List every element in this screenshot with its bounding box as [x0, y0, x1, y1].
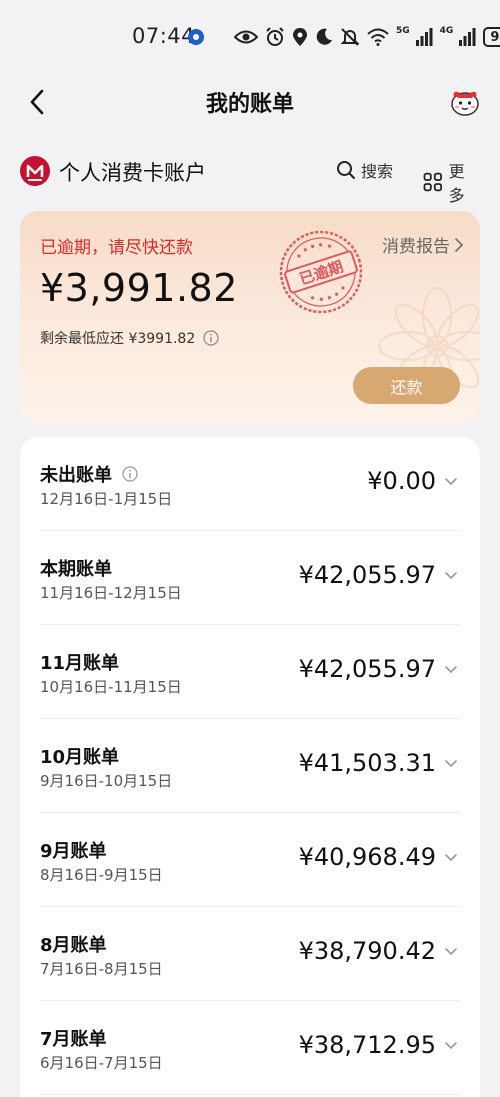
overdue-amount: ¥3,991.82 [40, 266, 238, 310]
signal-4g-icon [459, 28, 476, 46]
chevron-down-icon [445, 854, 457, 862]
report-link-label: 消费报告 [382, 237, 450, 257]
chevron-right-icon [455, 237, 464, 252]
network-5g-label: 5G [396, 25, 410, 36]
moon-icon [316, 28, 332, 45]
eye-icon [234, 30, 258, 44]
bill-row-august[interactable]: 8月账单 7月16日-8月15日 ¥38,790.42 [40, 907, 460, 1001]
overdue-card: 已逾期，请尽快还款 消费报告 ¥3,991.82 剩余最低应还 ¥3991.82… [20, 211, 480, 423]
status-icons: 5G 4G 94 [234, 24, 500, 50]
overdue-stamp: 已逾期 [279, 230, 363, 314]
min-payment-text: 剩余最低应还 ¥3991.82 [40, 331, 196, 347]
chevron-down-icon [445, 572, 457, 580]
repay-button[interactable]: 还款 [353, 367, 460, 404]
account-name: 个人消费卡账户 [59, 161, 206, 185]
more-label: 更多 [448, 162, 465, 205]
mascot-icon [451, 91, 479, 116]
bill-period: 7月16日-8月15日 [40, 960, 163, 978]
bill-row-october[interactable]: 10月账单 9月16日-10月15日 ¥41,503.31 [40, 719, 460, 813]
page-title: 我的账单 [205, 92, 294, 117]
chevron-down-icon [445, 760, 457, 768]
bill-amount: ¥38,790.42 [298, 937, 436, 965]
network-4g-label: 4G [439, 25, 454, 36]
status-time: 07:44 [132, 24, 196, 48]
overdue-warning: 已逾期，请尽快还款 [40, 238, 193, 258]
info-icon[interactable] [122, 466, 138, 482]
chevron-down-icon [445, 1042, 457, 1050]
bill-row-july[interactable]: 7月账单 6月16日-7月15日 ¥38,712.95 [40, 1001, 460, 1095]
bill-amount: ¥41,503.31 [298, 749, 436, 777]
bank-logo-icon [20, 156, 50, 186]
search-label: 搜索 [361, 162, 394, 181]
bill-period: 8月16日-9月15日 [40, 866, 163, 884]
bill-period: 12月16日-1月15日 [40, 490, 173, 508]
status-bar: 07:44 5G 4G 94 [0, 0, 500, 74]
search-button[interactable]: 搜索 [336, 158, 393, 182]
location-icon [293, 28, 307, 46]
bill-title: 8月账单 [40, 935, 107, 956]
nav-header: 我的账单 [0, 74, 500, 130]
chevron-down-icon [445, 478, 457, 486]
mascot-button[interactable] [448, 86, 482, 118]
grid-icon [423, 172, 443, 192]
bill-amount: ¥0.00 [367, 467, 436, 495]
bill-row-september[interactable]: 9月账单 8月16日-9月15日 ¥40,968.49 [40, 813, 460, 907]
bill-amount: ¥40,968.49 [298, 843, 436, 871]
bill-row-current[interactable]: 本期账单 11月16日-12月15日 ¥42,055.97 [40, 531, 460, 625]
min-payment-row: 剩余最低应还 ¥3991.82 [40, 328, 219, 348]
consumption-report-link[interactable]: 消费报告 [382, 232, 464, 257]
bill-title-text: 未出账单 [40, 465, 112, 486]
bill-row-november[interactable]: 11月账单 10月16日-11月15日 ¥42,055.97 [40, 625, 460, 719]
info-icon[interactable] [203, 330, 219, 346]
bill-title: 未出账单 [40, 461, 138, 487]
bill-title: 9月账单 [40, 841, 107, 862]
bill-period: 10月16日-11月15日 [40, 678, 182, 696]
bill-period: 9月16日-10月15日 [40, 772, 173, 790]
app-notification-icon [188, 29, 204, 45]
chevron-down-icon [445, 666, 457, 674]
battery-indicator: 94 [483, 27, 500, 47]
bill-title: 11月账单 [40, 653, 120, 674]
mute-bell-icon [340, 28, 360, 46]
signal-5g-icon [415, 28, 433, 46]
bill-title: 本期账单 [40, 559, 112, 580]
bill-row-unbilled[interactable]: 未出账单 12月16日-1月15日 ¥0.00 [40, 437, 460, 531]
bill-period: 6月16日-7月15日 [40, 1054, 163, 1072]
search-icon [337, 161, 355, 179]
chevron-down-icon [445, 948, 457, 956]
account-row: 个人消费卡账户 搜索 更多 [20, 150, 480, 205]
wifi-icon [367, 28, 389, 46]
more-button[interactable]: 更多 [423, 158, 480, 206]
alarm-icon [266, 27, 284, 46]
bill-title: 7月账单 [40, 1029, 107, 1050]
bill-amount: ¥38,712.95 [298, 1031, 436, 1059]
bill-period: 11月16日-12月15日 [40, 584, 182, 602]
bill-amount: ¥42,055.97 [298, 561, 436, 589]
bill-title: 10月账单 [40, 747, 120, 768]
bill-list: 未出账单 12月16日-1月15日 ¥0.00 本期账单 11月16日-12月1… [20, 437, 480, 1097]
bill-amount: ¥42,055.97 [298, 655, 436, 683]
